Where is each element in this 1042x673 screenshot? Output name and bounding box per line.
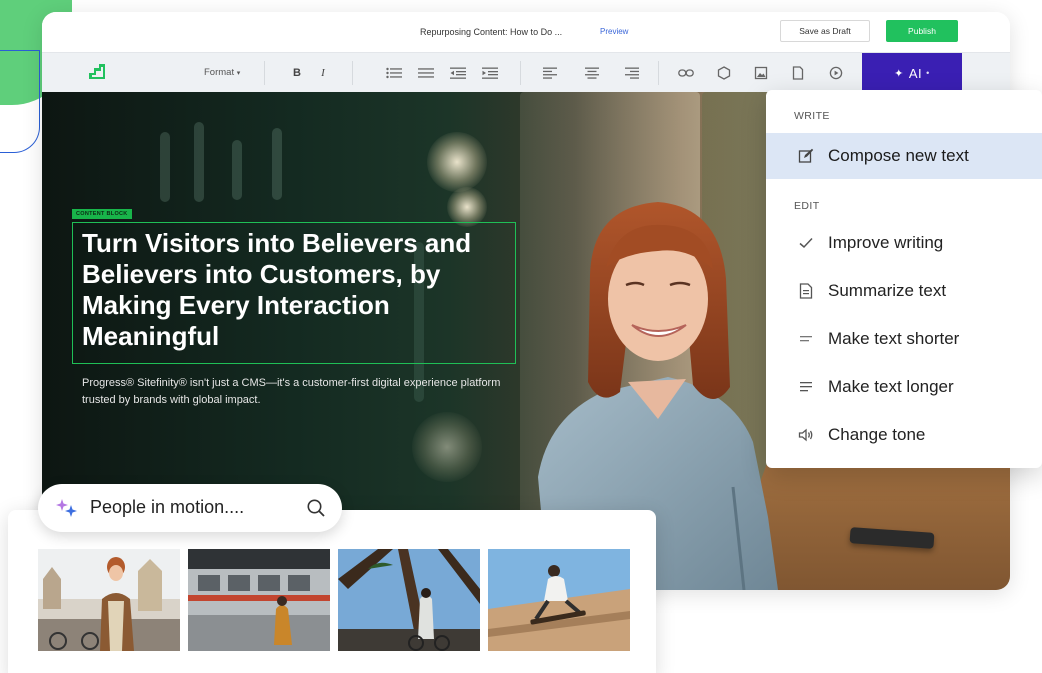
publish-button[interactable]: Publish	[886, 20, 958, 42]
indent-icon	[482, 67, 498, 79]
short-lines-icon	[796, 335, 816, 343]
menu-section-write: WRITE	[794, 110, 830, 122]
ai-assistant-button[interactable]: ✦ AI •	[862, 53, 962, 93]
bold-label: B	[293, 67, 301, 79]
city-street-woman-photo	[38, 549, 180, 651]
italic-label: I	[321, 67, 325, 79]
menu-item-label: Summarize text	[828, 281, 947, 300]
chevron-down-icon: •	[926, 68, 930, 78]
image-result-thumbnail[interactable]	[188, 549, 330, 651]
hero-subtitle[interactable]: Progress® Sitefinity® isn't just a CMS—i…	[82, 375, 502, 409]
menu-item-label: Make text shorter	[828, 329, 960, 348]
ai-actions-menu: WRITE Compose new text EDIT Improve writ…	[766, 90, 1042, 468]
indent-button[interactable]	[478, 53, 502, 93]
train-platform-woman-photo	[188, 549, 330, 651]
palm-trees-cyclist-photo	[338, 549, 480, 651]
image-search-query[interactable]: People in motion....	[90, 497, 244, 518]
outdent-icon	[450, 67, 466, 79]
menu-item-make-text-shorter[interactable]: Make text shorter	[766, 316, 1042, 362]
align-center-icon	[585, 67, 599, 79]
background-lamp	[427, 132, 487, 192]
image-result-thumbnail[interactable]	[38, 549, 180, 651]
content-block-badge: CONTENT BLOCK	[72, 209, 132, 219]
align-right-icon	[625, 67, 639, 79]
play-circle-icon	[829, 66, 843, 80]
numbered-list-icon	[418, 68, 434, 78]
chevron-down-icon: ▾	[236, 70, 241, 77]
background-lamp	[412, 412, 482, 482]
menu-section-edit: EDIT	[794, 200, 820, 212]
image-result-thumbnail[interactable]	[488, 549, 630, 651]
long-lines-icon	[796, 381, 816, 393]
bulleted-list-icon	[386, 67, 402, 79]
insert-link-button[interactable]	[674, 53, 698, 93]
numbered-list-button[interactable]	[414, 53, 438, 93]
insert-video-button[interactable]	[824, 53, 848, 93]
menu-item-compose-new-text[interactable]: Compose new text	[766, 133, 1042, 179]
menu-item-improve-writing[interactable]: Improve writing	[766, 220, 1042, 266]
editor-toolbar: Format ▾ B I ✦ AI •	[42, 52, 1010, 93]
sparkle-icon: ✦	[894, 67, 904, 80]
menu-item-label: Compose new text	[828, 146, 969, 165]
menu-item-change-tone[interactable]: Change tone	[766, 412, 1042, 458]
hexagon-icon	[717, 66, 731, 80]
align-left-button[interactable]	[538, 53, 562, 93]
format-dropdown[interactable]: Format ▾	[204, 67, 240, 78]
background-window-light	[160, 132, 170, 202]
align-left-icon	[543, 67, 557, 79]
sitefinity-logo-icon	[89, 64, 105, 79]
menu-item-summarize-text[interactable]: Summarize text	[766, 268, 1042, 314]
stage: Repurposing Content: How to Do ... Previ…	[0, 0, 1042, 673]
hero-headline[interactable]: Turn Visitors into Believers and Believe…	[82, 228, 512, 352]
image-search-box[interactable]: People in motion....	[38, 484, 342, 532]
insert-document-button[interactable]	[786, 53, 810, 93]
menu-item-label: Improve writing	[828, 233, 944, 252]
toolbar-divider	[520, 61, 521, 85]
menu-item-label: Make text longer	[828, 377, 954, 396]
ai-sparkle-icon	[56, 499, 77, 517]
insert-image-button[interactable]	[749, 53, 773, 93]
file-icon	[792, 66, 804, 80]
align-center-button[interactable]	[580, 53, 604, 93]
toolbar-divider	[658, 61, 659, 85]
speaker-icon	[796, 428, 816, 442]
decorative-outline	[0, 50, 40, 153]
document-icon	[796, 283, 816, 299]
insert-shape-button[interactable]	[712, 53, 736, 93]
bulleted-list-button[interactable]	[382, 53, 406, 93]
edit-icon	[796, 148, 816, 164]
link-icon	[678, 69, 694, 77]
check-icon	[796, 237, 816, 249]
ai-button-label: AI	[908, 65, 923, 81]
preview-link[interactable]: Preview	[600, 27, 628, 36]
image-icon	[754, 66, 768, 80]
background-window-light	[232, 140, 242, 200]
toolbar-divider	[352, 61, 353, 85]
format-dropdown-label: Format	[204, 67, 235, 78]
menu-item-label: Change tone	[828, 425, 926, 444]
editor-header: Repurposing Content: How to Do ... Previ…	[42, 12, 1010, 52]
toolbar-divider	[264, 61, 265, 85]
align-right-button[interactable]	[620, 53, 644, 93]
background-lamp	[447, 187, 487, 227]
document-title: Repurposing Content: How to Do ...	[420, 27, 563, 37]
outdent-button[interactable]	[446, 53, 470, 93]
skateboarder-photo	[488, 549, 630, 651]
background-window-light	[194, 122, 204, 202]
search-icon[interactable]	[306, 498, 326, 518]
background-window-light	[272, 128, 282, 200]
italic-button[interactable]: I	[311, 53, 335, 93]
image-result-thumbnail[interactable]	[338, 549, 480, 651]
menu-item-make-text-longer[interactable]: Make text longer	[766, 364, 1042, 410]
bold-button[interactable]: B	[285, 53, 309, 93]
save-as-draft-button[interactable]: Save as Draft	[780, 20, 870, 42]
